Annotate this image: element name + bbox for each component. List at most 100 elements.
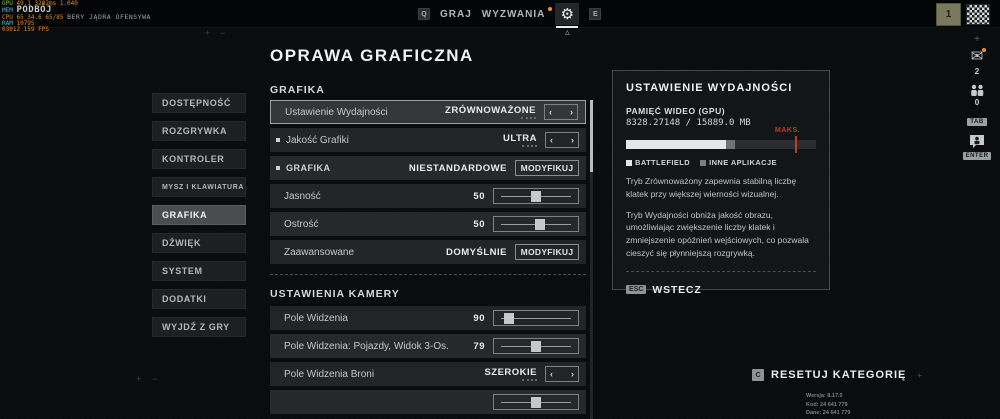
right-rail: + ✉ 2 0 TAB ENTER xyxy=(962,34,992,168)
rail-plus-mark: + xyxy=(974,34,980,48)
slider-handle[interactable] xyxy=(531,341,541,352)
decor-plus: + xyxy=(917,371,922,380)
row-graphics-custom[interactable]: GRAFIKA NIESTANDARDOWE MODYFIKUJ xyxy=(270,156,586,180)
friends-button[interactable] xyxy=(969,84,985,97)
nav-play[interactable]: GRAJ xyxy=(440,9,472,20)
setting-value: 50 xyxy=(473,191,485,202)
row-brightness[interactable]: Jasność 50 xyxy=(270,184,586,208)
sidebar-item-dostepnosc[interactable]: DOSTĘPNOŚĆ xyxy=(152,93,246,113)
info-panel-title: USTAWIENIE WYDAJNOŚCI xyxy=(626,82,816,94)
chevron-left-icon[interactable]: ‹ xyxy=(550,369,553,379)
friends-count: 0 xyxy=(975,98,979,107)
chat-person-icon xyxy=(969,134,985,149)
performance-overlay: GPU 49.1 3202ms 1.040 MEM PODBÓJ CPU 65 … xyxy=(2,1,151,33)
row-graphics-quality[interactable]: Jakość Grafiki ULTRA ‹ › xyxy=(270,128,586,152)
vram-legend: BATTLEFIELD INNE APLIKACJE xyxy=(626,158,816,167)
row-fov-weapon[interactable]: Pole Widzenia Broni SZEROKIE ‹ › xyxy=(270,362,586,386)
brightness-slider[interactable] xyxy=(493,188,579,204)
nav-challenges[interactable]: WYZWANIA xyxy=(482,9,546,20)
row-performance-preset[interactable]: Ustawienie Wydajności ZRÓWNOWAŻONE ‹ › xyxy=(270,100,586,124)
sidebar-item-grafika[interactable]: GRAFIKA xyxy=(152,205,246,225)
row-fov-vehicle[interactable]: Pole Widzenia: Pojazdy, Widok 3-Os. 79 xyxy=(270,334,586,358)
legend-label: BATTLEFIELD xyxy=(635,158,690,167)
setting-value: 79 xyxy=(473,341,485,352)
row-fov[interactable]: Pole Widzenia 90 xyxy=(270,306,586,330)
squad-button[interactable]: 1 xyxy=(936,3,961,26)
setting-label: Jasność xyxy=(284,191,321,202)
vram-bar-used xyxy=(626,140,726,149)
legend-square-battlefield xyxy=(626,160,632,166)
setting-label: Ostrość xyxy=(284,219,318,230)
scrollbar-thumb[interactable] xyxy=(590,100,593,172)
modified-bullet xyxy=(276,138,280,142)
settings-sidebar: DOSTĘPNOŚĆ ROZGRYWKA KONTROLER MYSZ I KL… xyxy=(152,93,246,337)
slider-handle[interactable] xyxy=(504,313,514,324)
setting-label: Zaawansowane xyxy=(284,247,354,258)
option-dots xyxy=(521,117,536,119)
row-advanced[interactable]: Zaawansowane DOMYŚLNIE MODYFIKUJ xyxy=(270,240,586,264)
sidebar-item-dzwiek[interactable]: DŹWIĘK xyxy=(152,233,246,253)
stepper-fov-weapon[interactable]: ‹ › xyxy=(545,366,579,382)
messages-button[interactable]: ✉ xyxy=(971,48,984,66)
chevron-right-icon[interactable]: › xyxy=(571,369,574,379)
vram-bar: MAKS. xyxy=(626,140,816,149)
key-esc-badge: ESC xyxy=(626,285,646,294)
row-sharpness[interactable]: Ostrość 50 xyxy=(270,212,586,236)
sidebar-item-mysz-i-klawiatura[interactable]: MYSZ I KLAWIATURA xyxy=(152,177,246,197)
setting-label: GRAFIKA xyxy=(286,163,331,173)
key-c-badge: C xyxy=(752,369,764,381)
sidebar-item-kontroler[interactable]: KONTROLER xyxy=(152,149,246,169)
mail-notification-dot xyxy=(982,48,986,52)
slider-handle[interactable] xyxy=(531,191,541,202)
social-button[interactable] xyxy=(969,134,985,149)
stepper-graphics-quality[interactable]: ‹ › xyxy=(545,132,579,148)
setting-label: Jakość Grafiki xyxy=(286,135,349,146)
back-action[interactable]: ESC WSTECZ xyxy=(626,284,816,296)
back-label: WSTECZ xyxy=(652,284,701,296)
setting-value: ZRÓWNOWAŻONE xyxy=(445,105,536,116)
kod-line: Kod: 24 641 779 xyxy=(806,401,850,410)
setting-label: Pole Widzenia xyxy=(284,313,348,324)
sharpness-slider[interactable] xyxy=(493,216,579,232)
row-partial[interactable] xyxy=(270,390,586,414)
perf-mem-label: MEM xyxy=(2,7,13,14)
sidebar-item-system[interactable]: SYSTEM xyxy=(152,261,246,281)
chevron-right-icon[interactable]: › xyxy=(570,107,573,117)
sidebar-item-rozgrywka[interactable]: ROZGRYWKA xyxy=(152,121,246,141)
chevron-right-icon[interactable]: › xyxy=(571,135,574,145)
sidebar-item-dodatki[interactable]: DODATKI xyxy=(152,289,246,309)
active-tab-underline xyxy=(556,26,578,28)
chevron-left-icon[interactable]: ‹ xyxy=(550,135,553,145)
decor-plus: + xyxy=(205,28,210,38)
reset-category-label: RESETUJ KATEGORIĘ xyxy=(771,369,906,381)
modify-button[interactable]: MODYFIKUJ xyxy=(515,244,579,260)
camera-rows: Pole Widzenia 90 Pole Widzenia: Pojazdy,… xyxy=(270,306,586,418)
modified-bullet xyxy=(276,166,280,170)
tab-settings[interactable]: ⚙ △ xyxy=(555,3,579,25)
vram-max-marker xyxy=(795,136,797,153)
option-dots xyxy=(522,379,537,381)
version-line: Wersja: 8.17.0 xyxy=(806,392,850,401)
setting-value: 90 xyxy=(473,313,485,324)
dane-line: Dane: 24 641 779 xyxy=(806,409,850,418)
setting-value: SZEROKIE xyxy=(484,367,537,378)
nav-challenges-label: WYZWANIA xyxy=(482,9,546,20)
section-separator xyxy=(270,274,586,275)
setting-value: ULTRA xyxy=(503,133,537,144)
player-card-icon[interactable] xyxy=(966,4,990,25)
decor-minus: − xyxy=(220,28,225,38)
setting-label: Pole Widzenia Broni xyxy=(284,369,374,380)
modify-button[interactable]: MODYFIKUJ xyxy=(515,160,579,176)
sidebar-item-wyjdz-z-gry[interactable]: WYJDŹ Z GRY xyxy=(152,317,246,337)
panel-separator xyxy=(626,271,816,272)
fov-vehicle-slider[interactable] xyxy=(493,338,579,354)
partial-slider[interactable] xyxy=(493,394,579,410)
slider-handle[interactable] xyxy=(531,397,541,408)
setting-label: Ustawienie Wydajności xyxy=(285,107,388,118)
fov-slider[interactable] xyxy=(493,310,579,326)
slider-handle[interactable] xyxy=(535,219,545,230)
chevron-left-icon[interactable]: ‹ xyxy=(549,107,552,117)
stepper-performance-preset[interactable]: ‹ › xyxy=(544,104,578,120)
reset-category-action[interactable]: C RESETUJ KATEGORIĘ + xyxy=(752,369,922,381)
setting-value: 50 xyxy=(473,219,485,230)
